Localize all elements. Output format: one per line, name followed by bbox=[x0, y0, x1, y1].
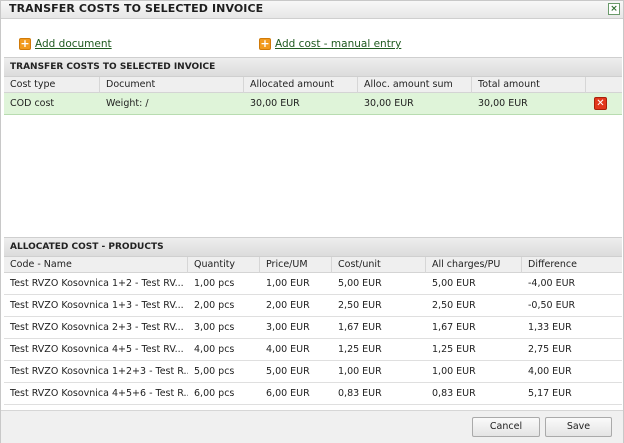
add-cost-manual-link[interactable]: + Add cost - manual entry bbox=[259, 37, 401, 51]
alloc-amount-sum-cell: 30,00 EUR bbox=[364, 98, 414, 109]
col-alloc-amount-sum[interactable]: Alloc. amount sum bbox=[358, 77, 472, 93]
costs-panel-header: TRANSFER COSTS TO SELECTED INVOICE bbox=[4, 57, 622, 77]
col-actions bbox=[586, 77, 622, 93]
product-row[interactable]: Test RVZO Kosovnica 1+3 - Test RV... 2,00… bbox=[4, 295, 622, 317]
price-um-cell: 3,00 EUR bbox=[266, 322, 310, 333]
difference-cell: 2,75 EUR bbox=[528, 344, 572, 355]
col-cost-unit[interactable]: Cost/unit bbox=[332, 257, 426, 273]
product-row[interactable]: Test RVZO Kosovnica 2+3 - Test RV... 3,00… bbox=[4, 317, 622, 339]
product-row[interactable]: Test RVZO Kosovnica 4+5+6 - Test R... 6,0… bbox=[4, 383, 622, 405]
col-all-charges-pu[interactable]: All charges/PU bbox=[426, 257, 522, 273]
quantity-cell: 6,00 pcs bbox=[194, 388, 235, 399]
all-charges-pu-cell: 0,83 EUR bbox=[432, 388, 476, 399]
code-name-cell: Test RVZO Kosovnica 2+3 - Test RV... bbox=[10, 322, 184, 333]
save-button[interactable]: Save bbox=[545, 417, 612, 437]
cost-unit-cell: 0,83 EUR bbox=[338, 388, 382, 399]
col-document[interactable]: Document bbox=[100, 77, 244, 93]
col-code-name[interactable]: Code - Name bbox=[4, 257, 188, 273]
code-name-cell: Test RVZO Kosovnica 1+2+3 - Test R... bbox=[10, 366, 188, 377]
price-um-cell: 6,00 EUR bbox=[266, 388, 310, 399]
add-document-label: Add document bbox=[35, 38, 112, 50]
col-price-um[interactable]: Price/UM bbox=[260, 257, 332, 273]
col-cost-type[interactable]: Cost type bbox=[4, 77, 100, 93]
product-row[interactable]: Test RVZO Kosovnica 1+2+3 - Test R... 5,0… bbox=[4, 361, 622, 383]
product-row[interactable]: Test RVZO Kosovnica 1+2 - Test RV... 1,00… bbox=[4, 273, 622, 295]
code-name-cell: Test RVZO Kosovnica 1+3 - Test RV... bbox=[10, 300, 184, 311]
quantity-cell: 1,00 pcs bbox=[194, 278, 235, 289]
add-cost-manual-label: Add cost - manual entry bbox=[275, 38, 402, 50]
cost-row[interactable]: COD cost Weight: / 30,00 EUR 30,00 EUR 3… bbox=[4, 93, 622, 115]
cost-type-cell: COD cost bbox=[10, 98, 55, 109]
code-name-cell: Test RVZO Kosovnica 1+2 - Test RV... bbox=[10, 278, 184, 289]
delete-icon[interactable]: ✕ bbox=[594, 97, 607, 110]
difference-cell: 5,17 EUR bbox=[528, 388, 572, 399]
costs-column-headers: Cost type Document Allocated amount Allo… bbox=[4, 77, 622, 93]
quantity-cell: 3,00 pcs bbox=[194, 322, 235, 333]
cost-unit-cell: 1,25 EUR bbox=[338, 344, 382, 355]
quantity-cell: 4,00 pcs bbox=[194, 344, 235, 355]
difference-cell: -0,50 EUR bbox=[528, 300, 576, 311]
col-difference[interactable]: Difference bbox=[522, 257, 622, 273]
quantity-cell: 5,00 pcs bbox=[194, 366, 235, 377]
code-name-cell: Test RVZO Kosovnica 4+5+6 - Test R... bbox=[10, 388, 188, 399]
price-um-cell: 4,00 EUR bbox=[266, 344, 310, 355]
cost-unit-cell: 1,00 EUR bbox=[338, 366, 382, 377]
difference-cell: 4,00 EUR bbox=[528, 366, 572, 377]
products-panel: ALLOCATED COST - PRODUCTS Code - Name Qu… bbox=[4, 237, 622, 409]
cost-unit-cell: 1,67 EUR bbox=[338, 322, 382, 333]
cost-unit-cell: 5,00 EUR bbox=[338, 278, 382, 289]
add-document-link[interactable]: + Add document bbox=[19, 37, 112, 51]
total-amount-cell: 30,00 EUR bbox=[478, 98, 528, 109]
col-allocated-amount[interactable]: Allocated amount bbox=[244, 77, 358, 93]
cost-unit-cell: 2,50 EUR bbox=[338, 300, 382, 311]
plus-icon: + bbox=[19, 37, 31, 50]
transfer-costs-dialog: TRANSFER COSTS TO SELECTED INVOICE × + A… bbox=[0, 0, 624, 443]
all-charges-pu-cell: 1,25 EUR bbox=[432, 344, 476, 355]
quantity-cell: 2,00 pcs bbox=[194, 300, 235, 311]
all-charges-pu-cell: 2,50 EUR bbox=[432, 300, 476, 311]
price-um-cell: 5,00 EUR bbox=[266, 366, 310, 377]
price-um-cell: 1,00 EUR bbox=[266, 278, 310, 289]
costs-panel: TRANSFER COSTS TO SELECTED INVOICE Cost … bbox=[4, 57, 622, 237]
dialog-title: TRANSFER COSTS TO SELECTED INVOICE bbox=[9, 2, 264, 15]
all-charges-pu-cell: 1,67 EUR bbox=[432, 322, 476, 333]
all-charges-pu-cell: 5,00 EUR bbox=[432, 278, 476, 289]
dialog-titlebar: TRANSFER COSTS TO SELECTED INVOICE × bbox=[1, 1, 623, 19]
document-cell: Weight: / bbox=[106, 98, 149, 109]
products-panel-header: ALLOCATED COST - PRODUCTS bbox=[4, 237, 622, 257]
allocated-amount-cell: 30,00 EUR bbox=[250, 98, 300, 109]
price-um-cell: 2,00 EUR bbox=[266, 300, 310, 311]
col-total-amount[interactable]: Total amount bbox=[472, 77, 586, 93]
close-icon[interactable]: × bbox=[608, 3, 620, 15]
cancel-button[interactable]: Cancel bbox=[472, 417, 540, 437]
dialog-footer: Cancel Save bbox=[1, 410, 623, 443]
plus-icon: + bbox=[259, 37, 271, 50]
col-quantity[interactable]: Quantity bbox=[188, 257, 260, 273]
difference-cell: -4,00 EUR bbox=[528, 278, 576, 289]
products-column-headers: Code - Name Quantity Price/UM Cost/unit … bbox=[4, 257, 622, 273]
difference-cell: 1,33 EUR bbox=[528, 322, 572, 333]
code-name-cell: Test RVZO Kosovnica 4+5 - Test RV... bbox=[10, 344, 184, 355]
product-row[interactable]: Test RVZO Kosovnica 4+5 - Test RV... 4,00… bbox=[4, 339, 622, 361]
all-charges-pu-cell: 1,00 EUR bbox=[432, 366, 476, 377]
product-rows: Test RVZO Kosovnica 1+2 - Test RV... 1,00… bbox=[4, 273, 622, 405]
